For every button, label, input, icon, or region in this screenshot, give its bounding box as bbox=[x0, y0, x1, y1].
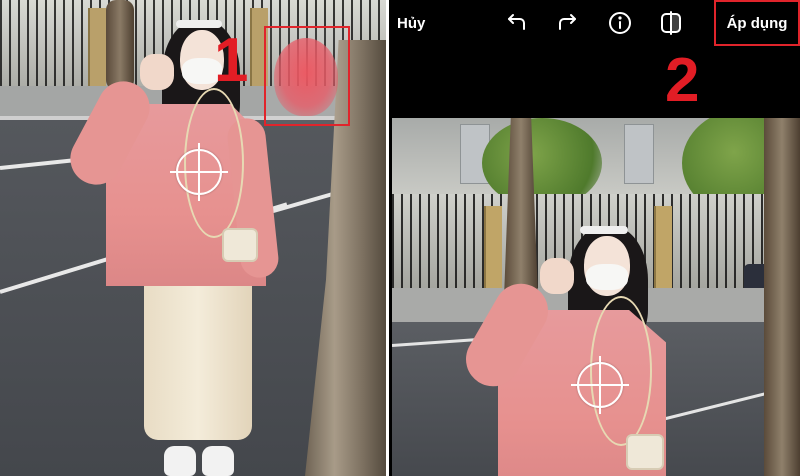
shoe bbox=[202, 446, 234, 476]
info-button[interactable] bbox=[607, 10, 633, 36]
waving-hand bbox=[540, 258, 574, 294]
editor-panel: Hủy Áp dụng 2 bbox=[389, 0, 800, 476]
original-photo: 1 bbox=[0, 0, 389, 476]
face-mask bbox=[586, 264, 628, 290]
redo-button[interactable] bbox=[554, 10, 580, 36]
crosshair-cursor bbox=[577, 362, 623, 408]
step-marker-2: 2 bbox=[665, 46, 700, 115]
apply-button[interactable]: Áp dụng bbox=[714, 0, 800, 46]
info-icon bbox=[609, 12, 631, 34]
crosshair-cursor bbox=[176, 149, 222, 195]
waving-hand bbox=[140, 54, 174, 90]
building-window bbox=[624, 124, 654, 184]
handbag bbox=[626, 434, 664, 470]
cancel-button[interactable]: Hủy bbox=[397, 15, 425, 32]
person bbox=[456, 224, 680, 476]
selected-object-highlight[interactable] bbox=[264, 26, 350, 126]
undo-icon bbox=[508, 14, 525, 30]
headband bbox=[580, 226, 628, 234]
dress bbox=[144, 268, 252, 440]
compare-icon bbox=[661, 11, 681, 35]
step-marker-1: 1 bbox=[214, 26, 249, 95]
tree-trunk bbox=[764, 118, 800, 476]
edited-photo-preview[interactable] bbox=[392, 118, 800, 476]
editor-toolbar: Hủy Áp dụng bbox=[389, 0, 800, 48]
compare-button[interactable] bbox=[658, 10, 684, 36]
erased-motorbike-area bbox=[274, 38, 338, 116]
handbag bbox=[222, 228, 258, 262]
redo-icon bbox=[559, 14, 576, 30]
shoe bbox=[164, 446, 196, 476]
undo-button[interactable] bbox=[504, 10, 530, 36]
